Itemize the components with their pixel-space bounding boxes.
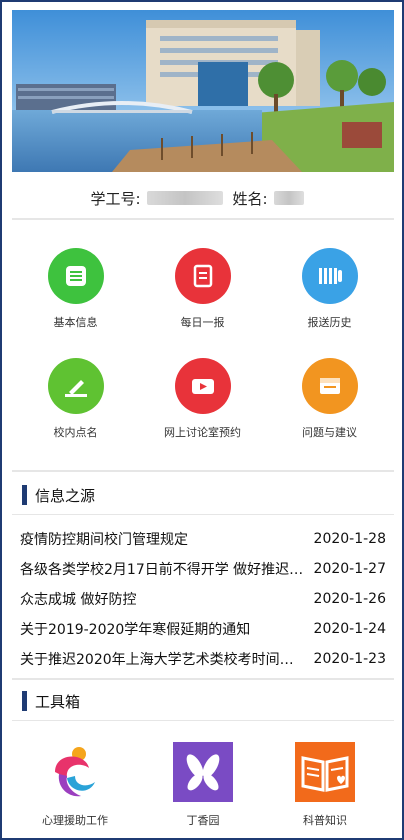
profile-row: 学工号: 姓名: [2, 178, 402, 218]
service-label: 问题与建议 [302, 426, 357, 439]
divider [12, 678, 394, 680]
campus-banner-image [12, 10, 394, 172]
history-icon [301, 248, 358, 304]
service-grid: 基本信息 每日一报 报送历史 校内点名 网上讨论室预约 问题与建议 [12, 234, 394, 466]
toolbox-grid: 心理援助工作 丁香园 科普知识 [12, 738, 394, 834]
tool-science-knowledge[interactable]: 科普知识 [270, 742, 380, 828]
service-daily-report[interactable]: 每日一报 [139, 234, 266, 344]
service-label: 报送历史 [307, 316, 352, 329]
news-item[interactable]: 各级各类学校2月17日前不得开学 做好推迟开学工作 2020-1-27 [12, 554, 394, 584]
tool-psych-help[interactable]: 心理援助工作 [20, 742, 130, 828]
news-date: 2020-1-26 [313, 591, 386, 607]
news-title: 众志成城 做好防控 [20, 592, 137, 608]
news-title: 各级各类学校2月17日前不得开学 做好推迟开学工作 [20, 562, 305, 578]
psych-help-logo-icon [45, 742, 105, 806]
news-title: 关于推迟2020年上海大学艺术类校考时间的通知 [20, 652, 305, 668]
student-id-label: 学工号: [90, 189, 141, 208]
news-item[interactable]: 关于推迟2020年上海大学艺术类校考时间的通知 2020-1-23 [12, 644, 394, 674]
section-accent-bar [22, 691, 27, 711]
news-item[interactable]: 疫情防控期间校门管理规定 2020-1-28 [12, 524, 394, 554]
divider [12, 218, 394, 220]
tool-label: 科普知识 [303, 814, 347, 827]
tool-dingxiangyuan[interactable]: 丁香园 [148, 742, 258, 828]
tool-label: 心理援助工作 [42, 814, 108, 827]
id-card-icon [47, 248, 104, 304]
toolbox-section-title: 工具箱 [35, 692, 81, 711]
divider [12, 514, 394, 515]
student-id-value-redacted [146, 191, 223, 205]
service-label: 基本信息 [53, 316, 98, 329]
service-label: 校内点名 [53, 426, 98, 439]
news-section-header: 信息之源 [12, 478, 394, 512]
divider [12, 470, 394, 472]
service-label: 网上讨论室预约 [164, 426, 241, 439]
feedback-icon [301, 358, 358, 414]
open-book-icon [295, 742, 355, 806]
name-label: 姓名: [232, 189, 268, 208]
service-label: 每日一报 [180, 316, 225, 329]
news-date: 2020-1-27 [313, 561, 386, 577]
service-basic-info[interactable]: 基本信息 [12, 234, 139, 344]
service-roll-call[interactable]: 校内点名 [12, 344, 139, 454]
news-title: 关于2019-2020学年寒假延期的通知 [20, 622, 251, 638]
news-date: 2020-1-23 [313, 651, 386, 667]
toolbox-section-header: 工具箱 [12, 684, 394, 718]
daily-report-icon [174, 248, 231, 304]
video-icon [174, 358, 231, 414]
tool-label: 丁香园 [186, 814, 220, 827]
service-feedback[interactable]: 问题与建议 [266, 344, 393, 454]
section-accent-bar [22, 485, 27, 505]
name-value-redacted [273, 191, 304, 205]
news-date: 2020-1-28 [313, 531, 386, 547]
divider [12, 720, 394, 721]
news-date: 2020-1-24 [313, 621, 386, 637]
service-discussion-room-booking[interactable]: 网上讨论室预约 [139, 344, 266, 454]
news-title: 疫情防控期间校门管理规定 [20, 532, 188, 548]
news-section-title: 信息之源 [35, 486, 96, 505]
clove-flower-icon [173, 742, 233, 806]
news-list: 疫情防控期间校门管理规定 2020-1-28 各级各类学校2月17日前不得开学 … [12, 524, 394, 674]
roll-call-icon [47, 358, 104, 414]
service-report-history[interactable]: 报送历史 [266, 234, 393, 344]
news-item[interactable]: 众志成城 做好防控 2020-1-26 [12, 584, 394, 614]
app-frame: 学工号: 姓名: 基本信息 每日一报 报送历史 校内点名 网上讨论室预约 问题与… [0, 0, 404, 840]
news-item[interactable]: 关于2019-2020学年寒假延期的通知 2020-1-24 [12, 614, 394, 644]
